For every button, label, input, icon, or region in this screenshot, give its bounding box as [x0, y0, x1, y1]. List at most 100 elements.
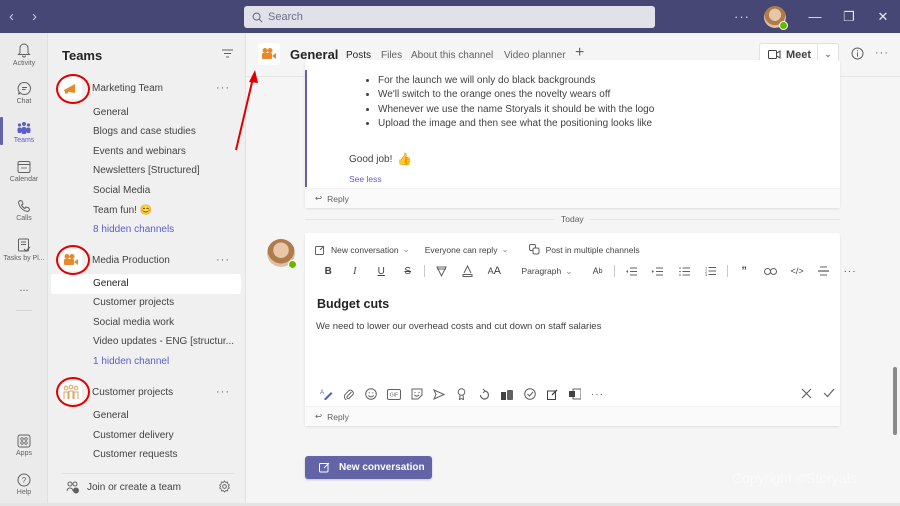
message-text: Good job! 👍 [349, 152, 413, 166]
channel-item[interactable]: General [93, 107, 129, 118]
channel-item[interactable]: Team fun! 😊 [93, 205, 152, 216]
back-button[interactable]: ‹ [9, 8, 14, 25]
hidden-channels-link[interactable]: 8 hidden channels [93, 224, 174, 235]
chevron-down-icon[interactable]: ⌄ [818, 49, 838, 60]
message-card: For the launch we will only do black bac… [305, 60, 840, 208]
more-actions-button[interactable]: ··· [586, 389, 609, 400]
attach-button[interactable] [338, 388, 361, 400]
info-icon[interactable] [851, 47, 864, 60]
approvals-button[interactable] [518, 388, 541, 400]
post-multiple-channels-button[interactable]: Post in multiple channels [528, 244, 640, 255]
forward-button[interactable]: › [32, 8, 37, 25]
gif-icon: GIF [387, 388, 402, 400]
decrease-indent-button[interactable] [618, 267, 645, 276]
more-icon[interactable]: ··· [734, 9, 750, 24]
channel-item[interactable]: Video updates - ENG [structur... [93, 336, 234, 347]
channel-item[interactable]: Customer projects [93, 297, 174, 308]
rail-apps[interactable]: Apps [0, 434, 48, 457]
subject-field[interactable]: Budget cuts [317, 297, 389, 311]
strikethrough-button[interactable]: S [395, 266, 422, 277]
onenote-button[interactable] [564, 388, 587, 400]
profile-avatar[interactable] [764, 5, 788, 30]
quote-button[interactable]: ” [731, 265, 758, 277]
loop-button[interactable] [473, 388, 496, 400]
highlight-button[interactable] [428, 266, 455, 277]
channel-item-active[interactable]: General [93, 278, 129, 289]
hidden-channels-link[interactable]: 1 hidden channel [93, 356, 169, 367]
code-button[interactable]: </> [784, 266, 811, 276]
channel-item[interactable]: General [93, 410, 129, 421]
emoji-icon [365, 388, 378, 400]
compose-actions: A GIF ··· [315, 388, 609, 400]
see-less-link[interactable]: See less [349, 174, 382, 184]
channel-item[interactable]: Blogs and case studies [93, 126, 196, 137]
spellcheck-button[interactable]: Ab [584, 266, 611, 276]
forms-button[interactable] [496, 389, 519, 400]
search-icon [252, 12, 263, 22]
team-more-button[interactable]: ··· [216, 82, 230, 94]
minimize-button[interactable]: — [798, 9, 832, 24]
rail-teams[interactable]: Teams [0, 121, 48, 144]
font-size-button[interactable]: AA [481, 265, 508, 277]
video-camera-icon [258, 43, 280, 65]
maximize-button[interactable]: ❐ [832, 9, 866, 25]
search-box[interactable]: Search [244, 6, 655, 28]
font-color-button[interactable] [455, 265, 482, 277]
updates-button[interactable] [541, 389, 564, 400]
conversation-type-dropdown[interactable]: New conversation ⌄ [315, 244, 410, 255]
rail-help[interactable]: ? Help [0, 473, 48, 496]
discard-icon[interactable] [801, 388, 812, 399]
join-or-create-team-button[interactable]: Join or create a team [66, 481, 181, 494]
more-formatting-button[interactable]: ··· [837, 266, 864, 277]
scrollbar[interactable] [893, 367, 897, 435]
horizontal-rule-icon [818, 266, 830, 276]
sticker-button[interactable] [405, 388, 428, 400]
horizontal-rule-button[interactable] [810, 266, 837, 276]
numbered-list-button[interactable]: 123 [697, 266, 724, 276]
toolbar-separator [726, 265, 728, 277]
rail-more-apps[interactable]: ... [0, 282, 48, 294]
rail-chat[interactable]: Chat [0, 81, 48, 105]
rail-tasks[interactable]: Tasks by Pl... [0, 238, 48, 262]
new-conversation-button[interactable]: New conversation [305, 456, 432, 479]
meet-now-button[interactable] [428, 388, 451, 400]
reply-button[interactable]: ↩ Reply [305, 406, 840, 426]
channel-item[interactable]: Social media work [93, 317, 174, 328]
bold-button[interactable]: B [315, 266, 342, 277]
rail-activity[interactable]: Activity [0, 42, 48, 67]
italic-button[interactable]: I [342, 266, 369, 277]
bulleted-list-button[interactable] [671, 266, 698, 276]
apps-icon [17, 434, 31, 448]
chevron-down-icon: ⌄ [565, 265, 573, 276]
channel-item[interactable]: Customer requests [93, 449, 177, 460]
close-button[interactable]: ✕ [866, 9, 900, 25]
channel-item[interactable]: Social Media [93, 185, 150, 196]
rail-calendar[interactable]: Calendar [0, 160, 48, 183]
message-body-field[interactable]: We need to lower our overhead costs and … [316, 321, 601, 332]
presence-available-icon [779, 20, 788, 30]
team-more-button[interactable]: ··· [216, 254, 230, 266]
gear-icon[interactable] [218, 480, 231, 493]
gif-button[interactable]: GIF [383, 388, 406, 400]
underline-button[interactable]: U [368, 266, 395, 277]
numbered-list-icon: 123 [705, 266, 717, 276]
date-divider-label: Today [555, 214, 590, 224]
reply-button[interactable]: ↩ Reply [305, 188, 840, 208]
paragraph-dropdown[interactable]: Paragraph ⌄ [522, 266, 573, 277]
emoji-button[interactable] [360, 388, 383, 400]
reply-setting-dropdown[interactable]: Everyone can reply ⌄ [425, 244, 509, 255]
rail-calls[interactable]: Calls [0, 199, 48, 222]
add-team-icon [66, 481, 79, 494]
channel-item[interactable]: Newsletters [Structured] [93, 165, 200, 176]
filter-icon[interactable] [222, 49, 233, 58]
format-button[interactable]: A [315, 388, 338, 400]
more-options-button[interactable]: ··· [875, 47, 889, 59]
team-more-button[interactable]: ··· [216, 386, 230, 398]
link-button[interactable] [757, 267, 784, 275]
bullet-list-icon [678, 266, 690, 276]
increase-indent-button[interactable] [644, 267, 671, 276]
checkmark-icon[interactable] [823, 388, 835, 398]
praise-button[interactable] [451, 388, 474, 400]
channel-item[interactable]: Customer delivery [93, 430, 174, 441]
channel-item[interactable]: Events and webinars [93, 146, 186, 157]
